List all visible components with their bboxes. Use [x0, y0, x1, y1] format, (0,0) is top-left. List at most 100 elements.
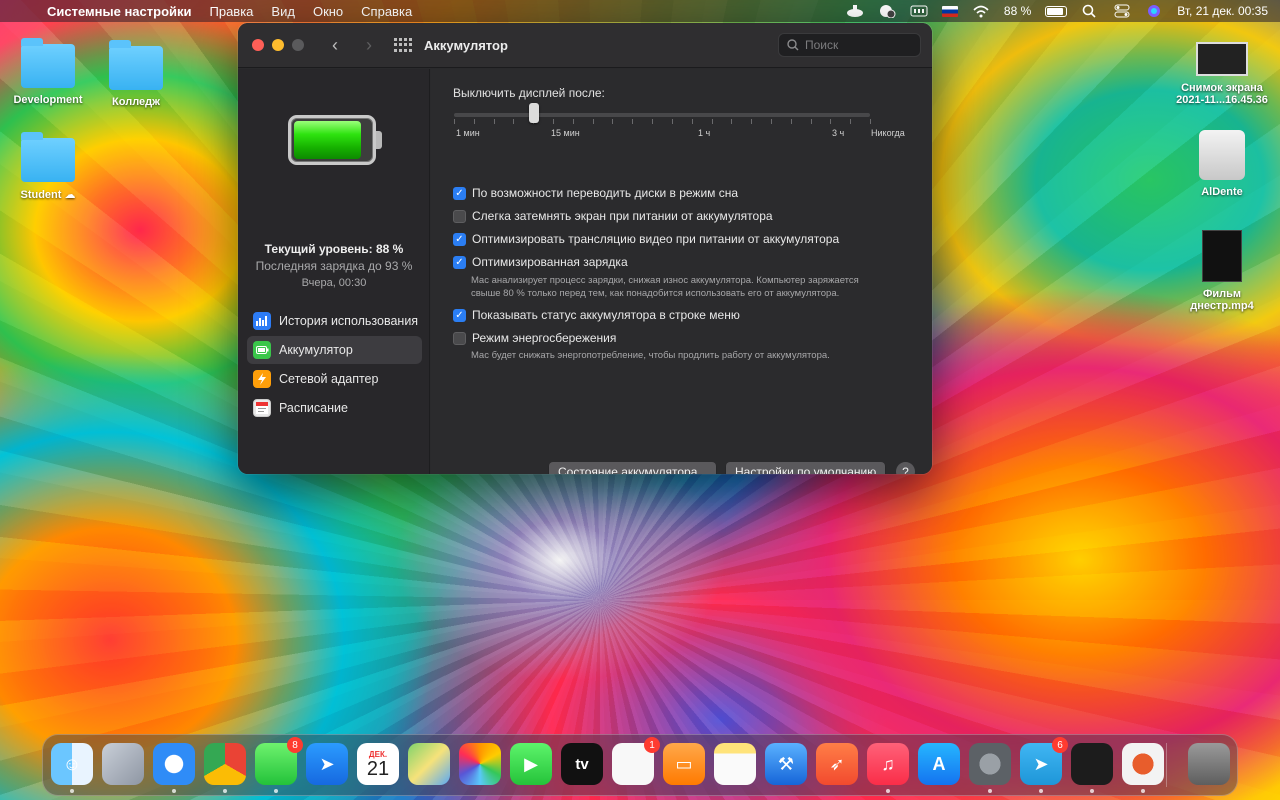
slider-tick: [770, 119, 772, 124]
menu-help[interactable]: Справка: [352, 4, 421, 19]
menu-view[interactable]: Вид: [262, 4, 304, 19]
activity-monitor-icon[interactable]: [1071, 743, 1113, 785]
creative-cloud-icon[interactable]: [878, 4, 896, 19]
input-source-flag-icon[interactable]: [941, 5, 958, 17]
facetime-icon[interactable]: ▶: [510, 743, 552, 785]
checkbox[interactable]: ✓: [453, 186, 466, 200]
checkbox[interactable]: [453, 209, 466, 223]
help-button[interactable]: ?: [896, 462, 915, 474]
menu-window[interactable]: Окно: [304, 4, 352, 19]
spotlight-icon[interactable]: [1081, 4, 1099, 18]
aldente-menu-icon[interactable]: [846, 4, 864, 18]
option-optimize-video[interactable]: ✓ Оптимизировать трансляцию видео при пи…: [453, 232, 839, 246]
slider-tick: [671, 119, 673, 124]
sidebar-item-schedule[interactable]: Расписание: [247, 394, 422, 422]
slider-tick: [790, 119, 792, 124]
option-disk-sleep[interactable]: ✓ По возможности переводить диски в режи…: [453, 186, 738, 200]
sidebar-item-usage-history[interactable]: История использования: [247, 307, 422, 335]
desktop-folder-college[interactable]: Колледж: [96, 40, 176, 108]
apple-tv-icon[interactable]: tv: [561, 743, 603, 785]
calendar-icon[interactable]: ДЕК. 21: [357, 743, 399, 785]
running-indicator: [223, 789, 227, 793]
music-icon[interactable]: ♫: [867, 743, 909, 785]
calendar-day: 21: [366, 757, 390, 780]
option-optimized-charging[interactable]: ✓ Оптимизированная зарядка: [453, 255, 628, 269]
option-low-power-mode[interactable]: Режим энергосбережения: [453, 331, 616, 345]
books-icon[interactable]: ▭: [663, 743, 705, 785]
desktop-screenshot-file[interactable]: Снимок экрана 2021-11...16.45.36: [1168, 42, 1276, 106]
option-dim-display[interactable]: Слегка затемнять экран при питании от ак…: [453, 209, 773, 223]
desktop-item-label: Student ☁: [20, 189, 76, 201]
desktop-item-label: Снимок экрана: [1181, 82, 1263, 94]
desktop-item-label: AlDente: [1201, 186, 1243, 198]
desktop-folder-development[interactable]: Development: [8, 38, 88, 106]
last-charge-time: Вчера, 00:30: [301, 277, 367, 289]
running-indicator: [988, 789, 992, 793]
photos-icon[interactable]: [459, 743, 501, 785]
checkbox[interactable]: ✓: [453, 232, 466, 246]
option-label: Режим энергосбережения: [472, 331, 617, 345]
app-store-glyph: A: [932, 753, 946, 774]
restore-defaults-button[interactable]: Настройки по умолчанию: [726, 462, 886, 474]
sidebar-list: История использования Аккумулятор Сетево…: [247, 307, 422, 423]
menu-edit[interactable]: Правка: [201, 4, 263, 19]
siri-icon[interactable]: [1145, 4, 1163, 18]
checkbox[interactable]: [453, 331, 466, 345]
option-show-battery-status[interactable]: ✓ Показывать статус аккумулятора в строк…: [453, 308, 740, 322]
control-center-icon[interactable]: [1113, 4, 1131, 18]
checkbox[interactable]: ✓: [453, 308, 466, 322]
system-preferences-icon[interactable]: [969, 743, 1011, 785]
istat-icon[interactable]: [910, 4, 928, 18]
trash-icon[interactable]: [1188, 743, 1230, 785]
running-indicator: [274, 789, 278, 793]
folder-icon: [109, 40, 163, 90]
launchpad-icon[interactable]: [102, 743, 144, 785]
app-store-icon[interactable]: A: [918, 743, 960, 785]
telegram-glyph: ➤: [1033, 753, 1049, 774]
back-chevron-icon[interactable]: ‹: [324, 35, 346, 56]
maps-icon[interactable]: [408, 743, 450, 785]
wifi-icon[interactable]: [972, 4, 990, 18]
menu-clock[interactable]: Вт, 21 дек. 00:35: [1177, 4, 1268, 18]
telegram-icon[interactable]: ➤ 6: [1020, 737, 1068, 785]
swift-playgrounds-icon[interactable]: ➶: [816, 743, 858, 785]
slider-tick: [473, 119, 475, 124]
checkbox[interactable]: ✓: [453, 255, 466, 269]
reminders-icon[interactable]: 1: [612, 737, 660, 785]
tick-label: 3 ч: [832, 128, 845, 138]
sidebar-item-battery[interactable]: Аккумулятор: [247, 336, 422, 364]
battery-health-button[interactable]: Состояние аккумулятора...: [549, 462, 717, 474]
battery-menu-icon[interactable]: [1045, 5, 1068, 17]
forward-chevron-icon[interactable]: ›: [358, 35, 380, 56]
desktop-aldente-volume[interactable]: AlDente: [1176, 130, 1268, 198]
desktop-folder-student[interactable]: Student ☁: [8, 132, 88, 201]
optimized-charging-description: Mac анализирует процесс зарядки, снижая …: [471, 274, 921, 300]
desktop-item-label: 2021-11...16.45.36: [1176, 94, 1268, 106]
description-line: Mac анализирует процесс зарядки, снижая …: [471, 275, 859, 286]
zoom-button[interactable]: [292, 39, 304, 51]
running-indicator: [172, 789, 176, 793]
safari-icon[interactable]: ✦: [153, 743, 195, 785]
close-button[interactable]: [252, 39, 264, 51]
finder-icon[interactable]: ☺: [51, 743, 93, 785]
show-all-grid-icon[interactable]: [394, 38, 412, 52]
sidebar-item-label: История использования: [279, 314, 419, 328]
slider-tick: [850, 119, 852, 124]
slider-tick: [830, 119, 832, 124]
messages-icon[interactable]: 8: [255, 737, 303, 785]
minimize-button[interactable]: [272, 39, 284, 51]
display-off-slider-track[interactable]: [454, 113, 870, 117]
sidebar-item-power-adapter[interactable]: Сетевой адаптер: [247, 365, 422, 393]
aldente-icon[interactable]: [1122, 743, 1164, 785]
battery-percent-text: 88 %: [1003, 4, 1032, 18]
xcode-icon[interactable]: ⚒: [765, 743, 807, 785]
menu-app-name[interactable]: Системные настройки: [38, 4, 201, 19]
display-off-slider-thumb[interactable]: [529, 103, 539, 123]
notes-icon[interactable]: [714, 743, 756, 785]
spark-icon[interactable]: ➤: [306, 743, 348, 785]
search-field[interactable]: [778, 33, 921, 57]
desktop-video-file[interactable]: Фильм днестр.mp4: [1176, 230, 1268, 312]
chrome-icon[interactable]: [204, 743, 246, 785]
search-input[interactable]: [805, 38, 915, 52]
notification-badge: 8: [287, 737, 303, 753]
